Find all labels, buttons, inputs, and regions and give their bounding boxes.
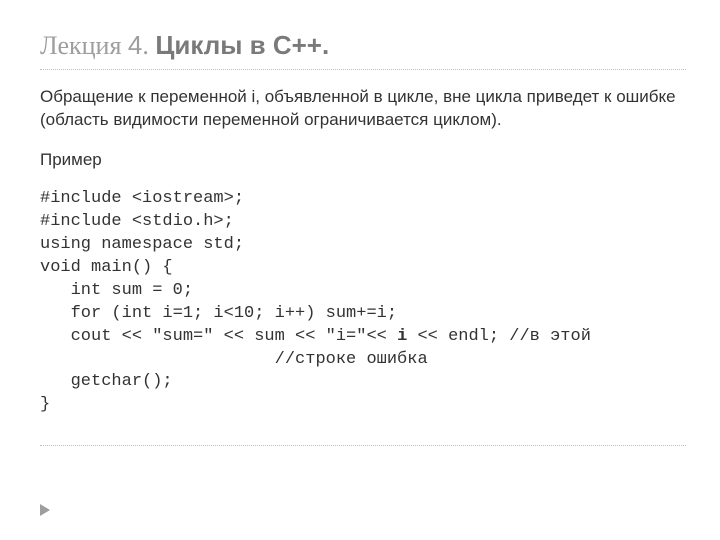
code-line: getchar();	[40, 372, 173, 391]
code-line: int sum = 0;	[40, 281, 193, 300]
title-separator: .	[142, 31, 155, 60]
code-line: }	[40, 395, 50, 414]
title-lecture-label: Лекция 4	[40, 31, 142, 60]
slide: Лекция 4. Циклы в С++. Обращение к перем…	[0, 0, 720, 540]
lecture-prefix: Лекция	[40, 31, 121, 60]
divider-top	[40, 69, 686, 70]
paragraph-text: Обращение к переменной i, объявленной в …	[40, 86, 686, 132]
lecture-number: 4	[128, 30, 142, 60]
code-line: cout << "sum=" << sum << "i="<<	[40, 327, 397, 346]
code-line: #include <stdio.h>;	[40, 212, 234, 231]
divider-bottom	[40, 445, 686, 446]
code-line: #include <iostream>;	[40, 189, 244, 208]
code-line: using namespace std;	[40, 235, 244, 254]
next-slide-icon	[40, 504, 50, 516]
code-line: << endl; //в этой	[407, 327, 591, 346]
code-block: #include <iostream>; #include <stdio.h>;…	[40, 188, 686, 417]
code-bold-i: i	[397, 327, 407, 346]
slide-title: Лекция 4. Циклы в С++.	[40, 28, 686, 63]
code-line: void main() {	[40, 258, 173, 277]
title-topic: Циклы в С++.	[155, 30, 329, 60]
code-line: //строке ошибка	[40, 350, 428, 369]
code-line: for (int i=1; i<10; i++) sum+=i;	[40, 304, 397, 323]
example-label: Пример	[40, 150, 686, 170]
